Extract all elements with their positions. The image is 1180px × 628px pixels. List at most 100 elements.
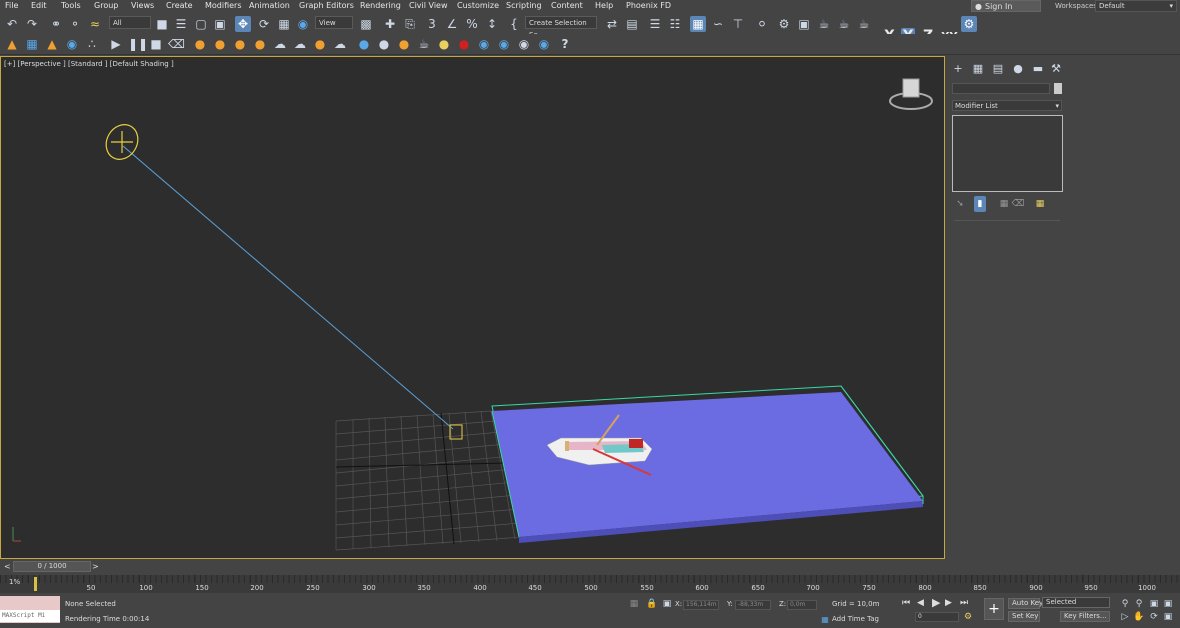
modifier-stack[interactable] (952, 115, 1063, 192)
rectangular-region-icon[interactable]: ▢ (193, 16, 209, 32)
render-production-icon[interactable]: ☕ (816, 16, 832, 32)
x-coord-field[interactable]: 156,114m (683, 600, 719, 610)
fire-preset-4-icon[interactable]: ● (252, 36, 268, 52)
spinner-snap-icon[interactable]: ↕ (484, 16, 500, 32)
menu-create[interactable]: Create (166, 1, 193, 10)
redo-icon[interactable]: ↷ (24, 16, 40, 32)
ocean-preset-icon[interactable]: ◉ (496, 36, 512, 52)
candle-preset-icon[interactable]: ● (312, 36, 328, 52)
selection-set-dropdown[interactable]: Create Selection Se (525, 16, 597, 39)
key-filters-button[interactable]: Key Filters... (1060, 611, 1110, 622)
rendered-frame-window-icon[interactable]: ▣ (796, 16, 812, 32)
menu-content[interactable]: Content (551, 1, 583, 10)
menu-tools[interactable]: Tools (61, 1, 81, 10)
display-tab-icon[interactable]: ▬ (1030, 61, 1046, 77)
workspace-dropdown[interactable]: Default ▾ (1095, 0, 1177, 12)
perspective-viewport[interactable]: [+] [Perspective ] [Standard ] [Default … (0, 56, 945, 559)
menu-customize[interactable]: Customize (457, 1, 499, 10)
menu-animation[interactable]: Animation (249, 1, 290, 10)
menu-edit[interactable]: Edit (31, 1, 47, 10)
pivot-center-icon[interactable]: ▩ (358, 16, 374, 32)
angle-snap-icon[interactable]: ∠ (444, 16, 460, 32)
menu-graph-editors[interactable]: Graph Editors (299, 1, 354, 10)
select-scale-icon[interactable]: ▦ (276, 16, 292, 32)
stop-icon[interactable]: ■ (148, 36, 164, 52)
remove-modifier-icon[interactable]: ⌫ (1010, 196, 1026, 212)
play-icon[interactable]: ▶ (108, 36, 124, 52)
honey-preset-icon[interactable]: ● (436, 36, 452, 52)
select-by-name-icon[interactable]: ☰ (173, 16, 189, 32)
track-bar[interactable]: 1% 50 100 150 200 250 300 350 400 450 50… (0, 575, 1180, 593)
menu-civil-view[interactable]: Civil View (409, 1, 448, 10)
align-icon[interactable]: ▤ (624, 16, 640, 32)
set-key-button[interactable]: Set Key (1008, 611, 1040, 622)
play-animation-icon[interactable]: ▶ (932, 596, 940, 609)
coffee-preset-icon[interactable]: ☕ (416, 36, 432, 52)
unlink-icon[interactable]: ⚬ (67, 16, 83, 32)
splash-preset-icon[interactable]: ◉ (536, 36, 552, 52)
window-crossing-icon[interactable]: ▣ (212, 16, 228, 32)
object-color-swatch[interactable] (1054, 83, 1062, 94)
fire-preset-2-icon[interactable]: ● (212, 36, 228, 52)
axis-constraint-icon[interactable]: ⚙ (961, 16, 977, 32)
phoenix-ocean-icon[interactable]: ◉ (64, 36, 80, 52)
isolate-selection-icon[interactable]: ▦ (626, 596, 642, 612)
z-coord-field[interactable]: 0,0m (787, 600, 817, 610)
explosion-preset-icon[interactable]: ☁ (292, 36, 308, 52)
menu-file[interactable]: File (5, 1, 18, 10)
light-target-icon[interactable] (449, 424, 463, 440)
y-coord-field[interactable]: -88,33m (735, 600, 771, 610)
menu-modifiers[interactable]: Modifiers (205, 1, 242, 10)
select-place-icon[interactable]: ◉ (295, 16, 311, 32)
snaps-toggle-icon[interactable]: 3 (424, 16, 440, 32)
menu-group[interactable]: Group (94, 1, 118, 10)
time-tag-icon[interactable]: ▦ (817, 612, 833, 628)
current-frame-field[interactable]: 0 (915, 612, 959, 622)
menu-phoenix-fd[interactable]: Phoenix FD (626, 1, 671, 10)
bind-space-warp-icon[interactable]: ≈ (87, 16, 103, 32)
add-time-tag-button[interactable]: Add Time Tag (832, 615, 879, 623)
select-manipulate-icon[interactable]: ✚ (382, 16, 398, 32)
selection-filter-dropdown[interactable]: All (109, 16, 151, 29)
liquid-preset-1-icon[interactable]: ● (356, 36, 372, 52)
menu-views[interactable]: Views (131, 1, 154, 10)
phoenix-fire-source-icon[interactable]: ▲ (44, 36, 60, 52)
previous-frame-icon[interactable]: ◀ (917, 598, 924, 608)
delete-cache-icon[interactable]: ⌫ (168, 36, 185, 52)
menu-scripting[interactable]: Scripting (506, 1, 542, 10)
time-prev-button[interactable]: < (4, 562, 11, 571)
liquid-preset-2-icon[interactable]: ● (376, 36, 392, 52)
fire-preset-3-icon[interactable]: ● (232, 36, 248, 52)
render-activeshade-icon[interactable]: ☕ (856, 16, 872, 32)
key-selection-dropdown[interactable]: Selected (1042, 597, 1110, 608)
curve-editor-icon[interactable]: ∽ (710, 16, 726, 32)
hierarchy-tab-icon[interactable]: ▤ (990, 61, 1006, 77)
show-end-result-icon[interactable]: ▮ (974, 196, 986, 212)
modifier-list-dropdown[interactable]: Modifier List ▾ (952, 100, 1062, 111)
go-to-start-icon[interactable]: ⏮ (902, 598, 910, 608)
time-next-button[interactable]: > (92, 562, 99, 571)
reference-coord-dropdown[interactable]: View (315, 16, 353, 29)
beer-preset-icon[interactable]: ● (396, 36, 412, 52)
select-move-icon[interactable]: ✥ (235, 16, 251, 32)
motion-tab-icon[interactable]: ● (1010, 61, 1026, 77)
maxscript-input[interactable]: MAXScript Mi (0, 610, 60, 622)
render-setup-icon[interactable]: ⚙ (776, 16, 792, 32)
ribbon-toggle-icon[interactable]: ▦ (690, 16, 706, 32)
wine-preset-icon[interactable]: ● (456, 36, 472, 52)
select-rotate-icon[interactable]: ⟳ (256, 16, 272, 32)
material-editor-icon[interactable]: ⚪ (754, 16, 770, 32)
smoke-preset-icon[interactable]: ☁ (272, 36, 288, 52)
pin-stack-icon[interactable]: ➘ (952, 196, 968, 212)
render-iterative-icon[interactable]: ☕ (836, 16, 852, 32)
view-cube[interactable] (889, 78, 933, 110)
configure-modifier-sets-icon[interactable]: ▦ (1032, 196, 1048, 212)
fire-preset-1-icon[interactable]: ● (192, 36, 208, 52)
milk-preset-icon[interactable]: ◉ (476, 36, 492, 52)
menu-help[interactable]: Help (595, 1, 613, 10)
pause-icon[interactable]: ❚❚ (128, 36, 148, 52)
edit-named-selection-icon[interactable]: { (506, 16, 522, 32)
viewport-label[interactable]: [+] [Perspective ] [Standard ] [Default … (4, 60, 174, 68)
sign-in-button[interactable]: ● Sign In (971, 0, 1041, 12)
layer-explorer-icon[interactable]: ☷ (667, 16, 683, 32)
